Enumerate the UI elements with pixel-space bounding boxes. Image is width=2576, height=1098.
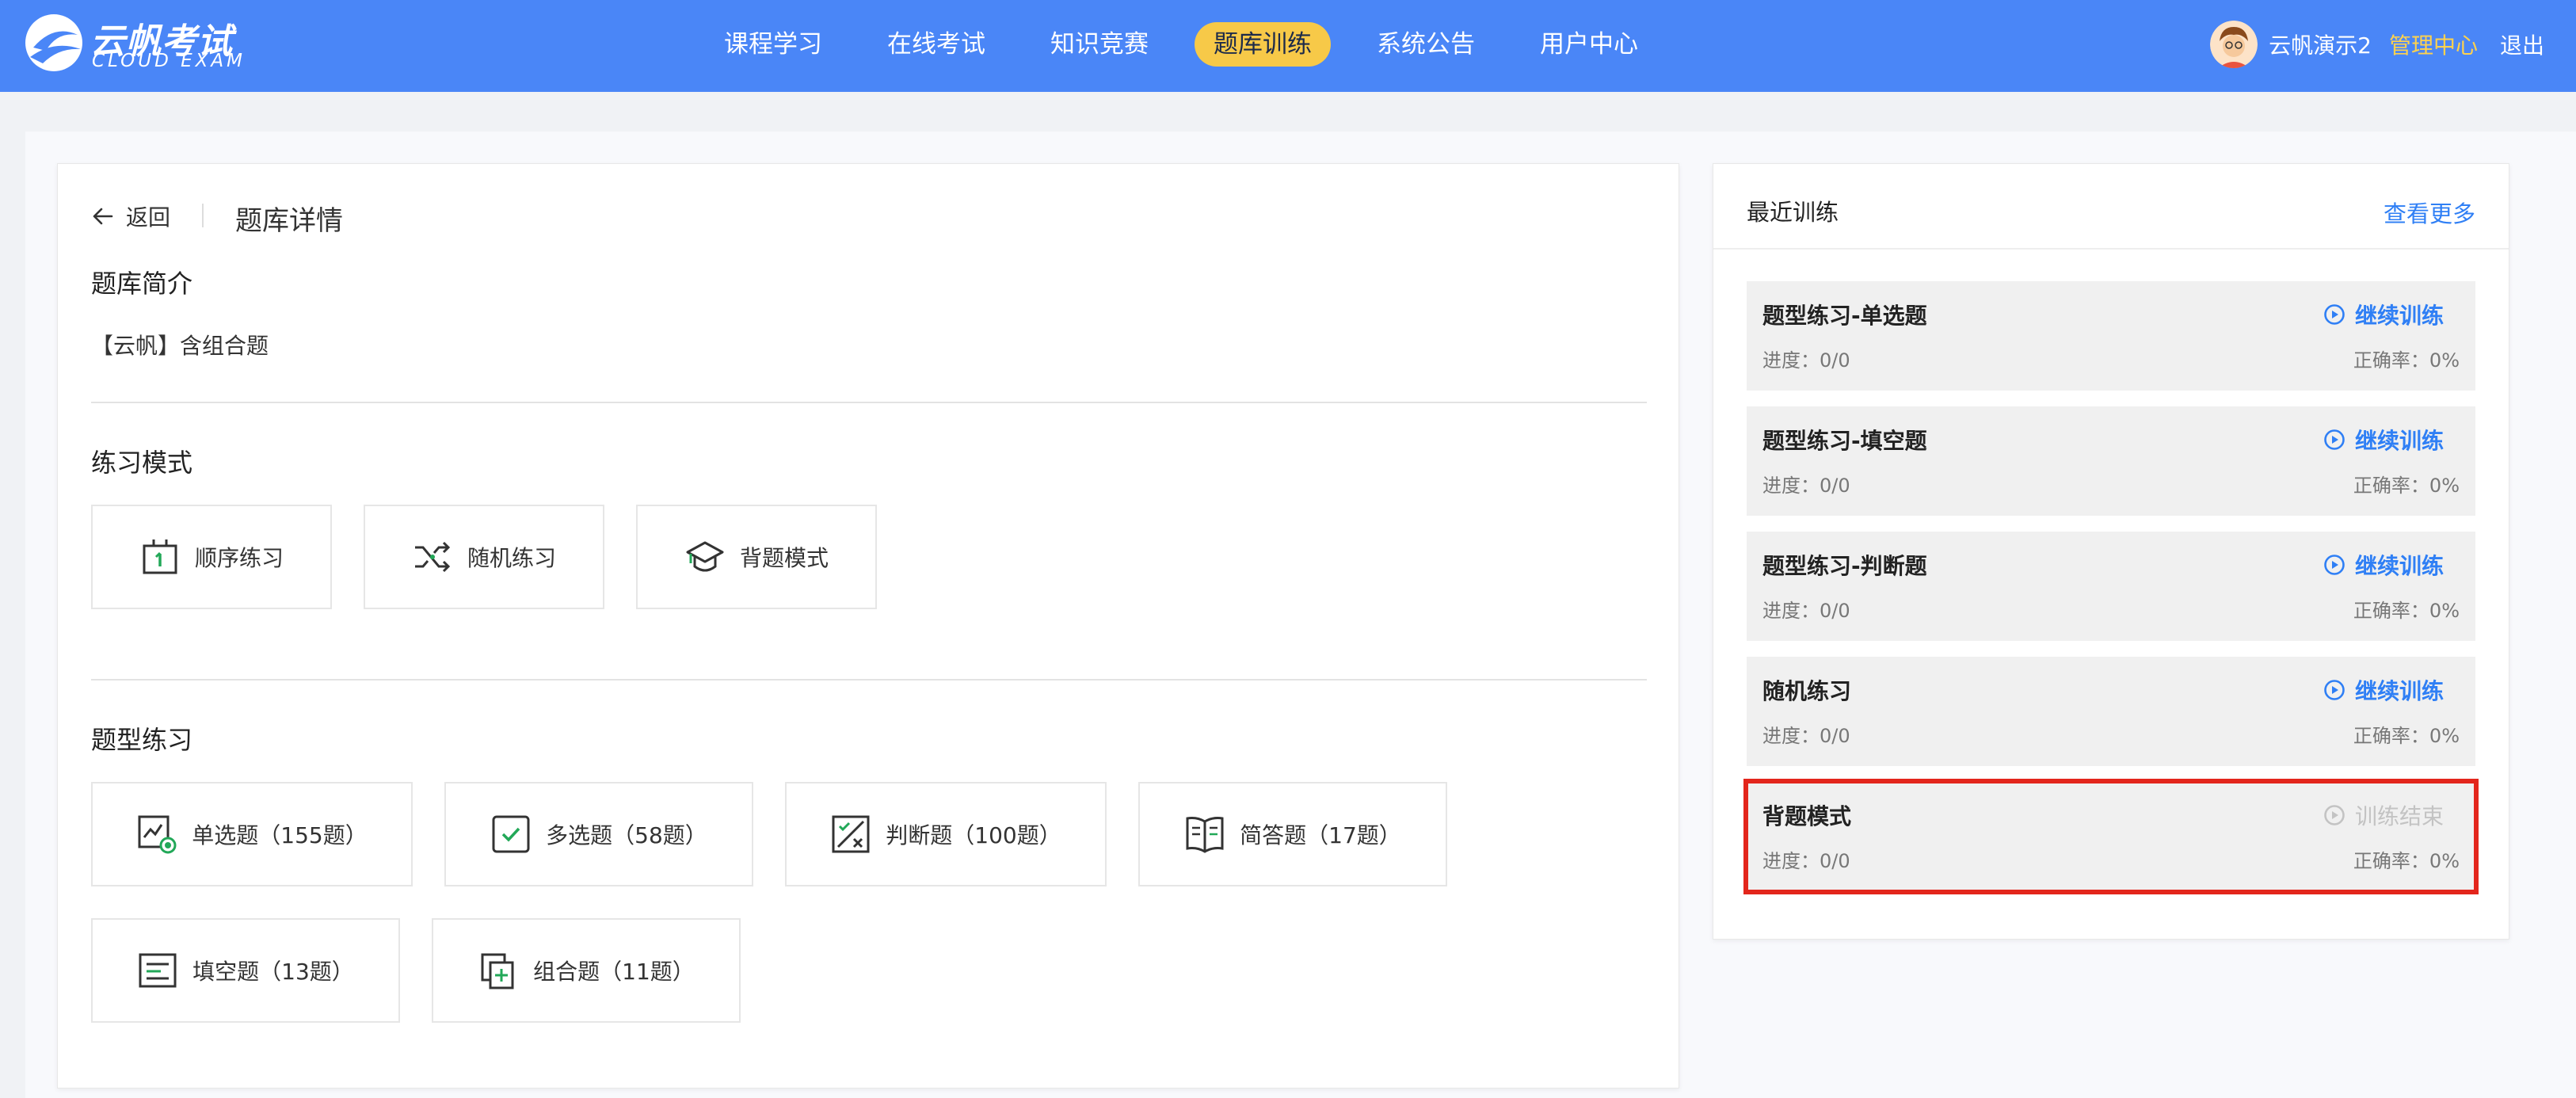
action-label: 继续训练 bbox=[2354, 428, 2444, 454]
recent-item-name: 题型练习-单选题 bbox=[1762, 303, 1927, 329]
user-name: 云帆演示2 bbox=[2269, 32, 2372, 59]
type-multi-choice[interactable]: 多选题（58题） bbox=[444, 782, 753, 886]
arrow-left-icon bbox=[93, 208, 113, 225]
admin-center-link[interactable]: 管理中心 bbox=[2389, 29, 2478, 60]
continue-training-button[interactable]: 继续训练 bbox=[2323, 549, 2444, 581]
nav-item-question-bank[interactable]: 题库训练 bbox=[1195, 22, 1331, 67]
combined-icon bbox=[481, 953, 514, 989]
mode-label: 背题模式 bbox=[739, 545, 829, 571]
recent-training-card: 最近训练 查看更多 题型练习-单选题 继续训练 进度：0/0 正确率：0% 题型… bbox=[1713, 163, 2509, 940]
nav-item-announcements[interactable]: 系统公告 bbox=[1358, 22, 1494, 67]
recent-item-name: 背题模式 bbox=[1762, 803, 1852, 829]
modes-section-title: 练习模式 bbox=[91, 448, 193, 478]
single-choice-icon bbox=[138, 815, 177, 854]
recent-item-progress: 进度：0/0 bbox=[1762, 475, 1850, 497]
continue-training-button[interactable]: 继续训练 bbox=[2323, 424, 2444, 456]
recent-item-highlighted[interactable]: 背题模式 训练结束 进度：0/0 正确率：0% bbox=[1743, 779, 2479, 894]
recent-item: 题型练习-判断题 继续训练 进度：0/0 正确率：0% bbox=[1747, 532, 2475, 641]
section-divider bbox=[91, 679, 1647, 681]
brand-name-en: CLOUD EXAM bbox=[92, 51, 246, 71]
recent-item: 随机练习 继续训练 进度：0/0 正确率：0% bbox=[1747, 657, 2475, 766]
play-circle-icon bbox=[2324, 429, 2345, 450]
breadcrumb-divider bbox=[202, 204, 204, 227]
recent-item-accuracy: 正确率：0% bbox=[2353, 725, 2460, 747]
mode-memorize[interactable]: 背题模式 bbox=[636, 505, 877, 609]
play-circle-icon bbox=[2324, 304, 2345, 325]
action-label: 继续训练 bbox=[2354, 303, 2444, 329]
nav-item-contest[interactable]: 知识竞赛 bbox=[1031, 22, 1168, 67]
type-label: 简答题（17题） bbox=[1240, 822, 1401, 848]
intro-text: 【云帆】含组合题 bbox=[91, 333, 269, 359]
view-more-link[interactable]: 查看更多 bbox=[2384, 196, 2475, 229]
recent-item-accuracy: 正确率：0% bbox=[2353, 850, 2460, 872]
nav-item-online-exam[interactable]: 在线考试 bbox=[868, 22, 1004, 67]
recent-item-name: 题型练习-判断题 bbox=[1762, 553, 1927, 579]
recent-item-accuracy: 正确率：0% bbox=[2353, 475, 2460, 497]
graduation-cap-icon bbox=[686, 541, 724, 572]
types-section-title: 题型练习 bbox=[91, 725, 193, 755]
back-label: 返回 bbox=[126, 204, 171, 231]
user-area: 云帆演示2 管理中心 退出 bbox=[2210, 19, 2544, 70]
recent-item-name: 随机练习 bbox=[1762, 678, 1852, 704]
fill-blank-icon bbox=[139, 953, 177, 988]
play-circle-icon bbox=[2324, 680, 2345, 700]
back-button[interactable]: 返回 bbox=[91, 200, 170, 232]
type-true-false[interactable]: 判断题（100题） bbox=[785, 782, 1107, 886]
action-label: 训练结束 bbox=[2354, 803, 2444, 829]
section-divider bbox=[91, 402, 1647, 403]
type-label: 组合题（11题） bbox=[533, 959, 695, 985]
avatar[interactable] bbox=[2210, 21, 2258, 68]
bank-detail-card: 返回 题库详情 题库简介 【云帆】含组合题 练习模式 顺序练习 随机练习 背题模… bbox=[57, 163, 1679, 1088]
type-combined[interactable]: 组合题（11题） bbox=[432, 918, 741, 1023]
type-single-choice[interactable]: 单选题（155题） bbox=[91, 782, 413, 886]
card-header-divider bbox=[1713, 248, 2509, 250]
recent-item-progress: 进度：0/0 bbox=[1762, 725, 1850, 747]
continue-training-button[interactable]: 继续训练 bbox=[2323, 674, 2444, 706]
mode-label: 顺序练习 bbox=[194, 545, 284, 571]
mode-label: 随机练习 bbox=[467, 545, 556, 571]
type-label: 单选题（155题） bbox=[192, 822, 368, 848]
training-ended-label: 训练结束 bbox=[2323, 799, 2444, 831]
type-label: 多选题（58题） bbox=[546, 822, 707, 848]
continue-training-button[interactable]: 继续训练 bbox=[2323, 299, 2444, 330]
recent-item-progress: 进度：0/0 bbox=[1762, 349, 1850, 372]
mode-random[interactable]: 随机练习 bbox=[364, 505, 604, 609]
cloud-logo-icon bbox=[25, 14, 82, 71]
action-label: 继续训练 bbox=[2354, 553, 2444, 579]
type-label: 判断题（100题） bbox=[886, 822, 1061, 848]
recent-item: 题型练习-填空题 继续训练 进度：0/0 正确率：0% bbox=[1747, 406, 2475, 516]
recent-item-name: 题型练习-填空题 bbox=[1762, 428, 1927, 454]
shuffle-icon bbox=[414, 541, 451, 573]
recent-training-title: 最近训练 bbox=[1747, 199, 1839, 226]
nav-item-courses[interactable]: 课程学习 bbox=[705, 22, 841, 67]
recent-item-progress: 进度：0/0 bbox=[1762, 600, 1850, 622]
recent-item-accuracy: 正确率：0% bbox=[2353, 600, 2460, 622]
true-false-icon bbox=[832, 815, 870, 853]
user-avatar-icon bbox=[2210, 21, 2258, 68]
recent-item-accuracy: 正确率：0% bbox=[2353, 349, 2460, 372]
mode-sequential[interactable]: 顺序练习 bbox=[91, 505, 332, 609]
logout-link[interactable]: 退出 bbox=[2500, 29, 2544, 60]
nav-item-user-center[interactable]: 用户中心 bbox=[1521, 22, 1657, 67]
intro-section-title: 题库简介 bbox=[91, 269, 193, 299]
type-short-answer[interactable]: 简答题（17题） bbox=[1138, 782, 1447, 886]
multi-choice-icon bbox=[492, 815, 530, 853]
main-nav: 课程学习 在线考试 知识竞赛 题库训练 系统公告 用户中心 bbox=[705, 22, 1684, 70]
type-label: 填空题（13题） bbox=[192, 959, 354, 985]
recent-item: 题型练习-单选题 继续训练 进度：0/0 正确率：0% bbox=[1747, 281, 2475, 391]
type-fill-blank[interactable]: 填空题（13题） bbox=[91, 918, 400, 1023]
play-circle-icon bbox=[2324, 555, 2345, 575]
recent-item-progress: 进度：0/0 bbox=[1762, 850, 1850, 872]
brand-logo[interactable]: 云帆考试 CLOUD EXAM bbox=[22, 8, 252, 76]
page-title: 题库详情 bbox=[235, 205, 343, 237]
play-circle-icon bbox=[2324, 805, 2345, 825]
open-book-icon bbox=[1186, 817, 1224, 853]
action-label: 继续训练 bbox=[2354, 678, 2444, 704]
top-header: 云帆考试 CLOUD EXAM 课程学习 在线考试 知识竞赛 题库训练 系统公告… bbox=[0, 0, 2576, 92]
sequence-icon bbox=[143, 539, 177, 574]
